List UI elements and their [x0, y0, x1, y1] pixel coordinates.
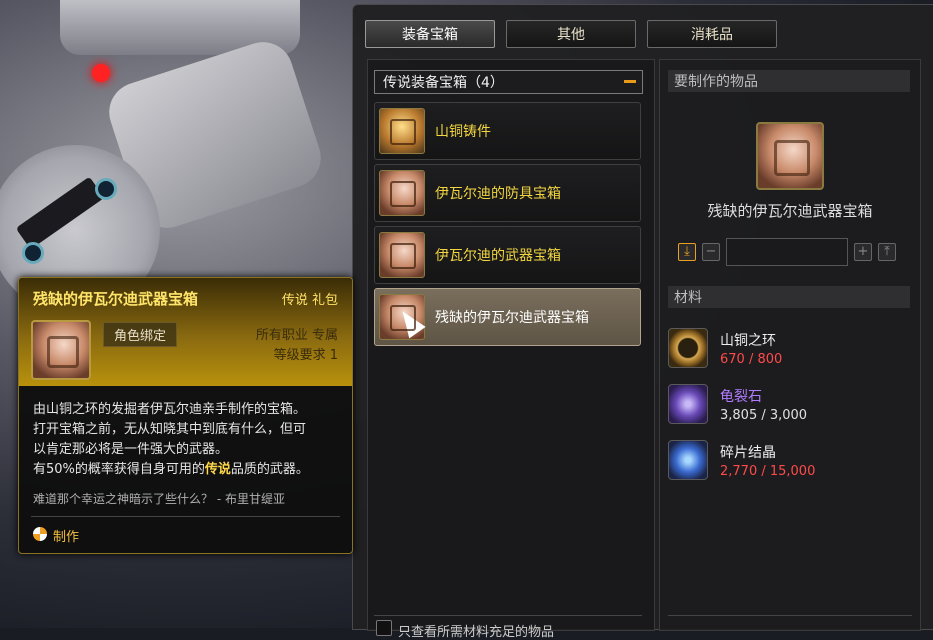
material-row[interactable]: 山铜之环 670 / 800: [668, 326, 908, 370]
materials-header: 材料: [668, 286, 910, 308]
recipe-item-label: 山铜铸件: [435, 124, 491, 140]
material-count: 3,805 / 3,000: [720, 407, 808, 423]
flavor-text: 难道那个幸运之神暗示了些什么？ - 布里甘缇亚: [33, 492, 285, 506]
tab-other[interactable]: 其他: [506, 20, 636, 48]
divider: [668, 615, 912, 616]
robot-bolt: [22, 242, 44, 264]
weapon-chest-icon: [379, 232, 425, 278]
recipe-item[interactable]: 伊瓦尔迪的防具宝箱: [374, 164, 641, 222]
recipe-item[interactable]: 伊瓦尔迪的武器宝箱: [374, 226, 641, 284]
class-requirement: 所有职业 专属: [255, 328, 338, 343]
decrease-button[interactable]: −: [702, 243, 720, 261]
item-tooltip: 残缺的伊瓦尔迪武器宝箱 传说 礼包 角色绑定 所有职业 专属 等级要求 1 由山…: [18, 277, 353, 554]
craft-item-icon: [756, 122, 824, 190]
material-count: 670 / 800: [720, 351, 783, 367]
bind-badge: 角色绑定: [103, 322, 178, 347]
stone-icon: [668, 384, 708, 424]
broken-weapon-chest-icon: [379, 294, 426, 340]
min-quantity-button[interactable]: ⤓: [678, 243, 696, 261]
material-name: 碎片结晶: [720, 444, 776, 461]
collapse-icon[interactable]: [624, 80, 636, 83]
crafting-window: 装备宝箱 其他 消耗品 传说装备宝箱（4） 山铜铸件 伊瓦尔迪的防具宝箱 伊瓦尔…: [352, 4, 933, 640]
tab-bar: 装备宝箱 其他 消耗品: [365, 20, 777, 48]
tooltip-header: 残缺的伊瓦尔迪武器宝箱 传说 礼包 角色绑定 所有职业 专属 等级要求 1: [19, 278, 352, 386]
description-text: 品质的武器。: [230, 462, 309, 477]
filter-label: 只查看所需材料充足的物品: [398, 625, 555, 640]
recipe-item-label: 伊瓦尔迪的武器宝箱: [435, 248, 561, 264]
material-row[interactable]: 碎片结晶 2,770 / 15,000: [668, 438, 908, 482]
filter-checkbox[interactable]: [376, 620, 392, 636]
description-text: 有50%的概率获得自身可用的: [33, 462, 205, 477]
quantity-input[interactable]: [726, 238, 848, 266]
robot-eye: [92, 64, 110, 82]
armor-chest-icon: [379, 170, 425, 216]
grade-highlight: 传说: [204, 462, 231, 477]
recipe-item-selected[interactable]: 残缺的伊瓦尔迪武器宝箱: [374, 288, 641, 346]
divider: [31, 516, 340, 517]
recipe-item-label: 残缺的伊瓦尔迪武器宝箱: [435, 310, 589, 326]
material-name: 龟裂石: [720, 388, 762, 405]
material-count: 2,770 / 15,000: [720, 463, 816, 479]
material-row[interactable]: 龟裂石 3,805 / 3,000: [668, 382, 908, 426]
category-title: 传说装备宝箱（4）: [383, 75, 504, 91]
crystal-icon: [668, 440, 708, 480]
description-line: 打开宝箱之前，无从知晓其中到底有什么，但可: [33, 422, 307, 437]
divider: [374, 615, 642, 616]
tab-equipment-box[interactable]: 装备宝箱: [365, 20, 495, 48]
craft-icon: [33, 527, 47, 541]
recipe-item-label: 伊瓦尔迪的防具宝箱: [435, 186, 561, 202]
material-name: 山铜之环: [720, 332, 776, 349]
quantity-stepper: ⤓ − + ⤒: [678, 238, 896, 266]
tooltip-title: 残缺的伊瓦尔迪武器宝箱: [33, 290, 199, 308]
ring-icon: [668, 328, 708, 368]
craft-section-header: 要制作的物品: [668, 70, 910, 92]
orichalcum-casting-icon: [379, 108, 425, 154]
craft-item-name: 残缺的伊瓦尔迪武器宝箱: [707, 202, 873, 220]
tooltip-grade: 传说 礼包: [281, 293, 338, 308]
recipe-item[interactable]: 山铜铸件: [374, 102, 641, 160]
level-requirement: 等级要求 1: [273, 348, 338, 363]
description-line: 由山铜之环的发掘者伊瓦尔迪亲手制作的宝箱。: [33, 402, 307, 417]
tooltip-item-icon: [31, 320, 91, 380]
tab-consumables[interactable]: 消耗品: [647, 20, 777, 48]
recipe-list-pane: 传说装备宝箱（4） 山铜铸件 伊瓦尔迪的防具宝箱 伊瓦尔迪的武器宝箱 残缺的伊瓦…: [367, 59, 655, 640]
mouse-cursor-icon: [394, 305, 426, 339]
max-quantity-button[interactable]: ⤒: [878, 243, 896, 261]
category-header[interactable]: 传说装备宝箱（4）: [374, 70, 643, 94]
craft-detail-pane: 要制作的物品 残缺的伊瓦尔迪武器宝箱 ⤓ − + ⤒ 材料 山铜之环 670 /…: [659, 59, 921, 631]
description-line: 有50%的概率获得自身可用的传说品质的武器。: [33, 460, 343, 480]
robot-bolt: [95, 178, 117, 200]
tooltip-description: 由山铜之环的发掘者伊瓦尔迪亲手制作的宝箱。 打开宝箱之前，无从知晓其中到底有什么…: [33, 400, 343, 480]
increase-button[interactable]: +: [854, 243, 872, 261]
description-line: 以肯定那必将是一件强大的武器。: [33, 442, 229, 457]
craft-label: 制作: [53, 530, 80, 545]
